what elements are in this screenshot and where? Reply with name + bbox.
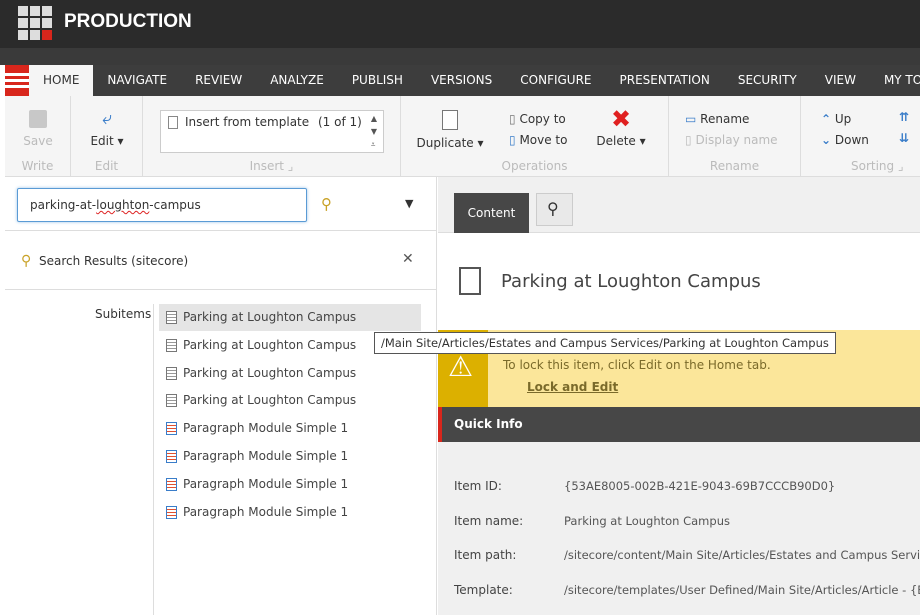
copy-to-button[interactable]: ▯ Copy to (509, 112, 566, 126)
quick-info-header[interactable]: Quick Info (438, 407, 920, 442)
tab-security[interactable]: SECURITY (724, 65, 811, 96)
sort-down-button[interactable]: ⌄ Down (821, 133, 869, 147)
delete-icon: ✖ (610, 105, 632, 133)
search-icon: ⚲ (547, 199, 559, 218)
document-icon (166, 338, 177, 352)
result-item[interactable]: Parking at Loughton Campus (159, 387, 421, 414)
edit-button[interactable]: ⤶ Edit ▾ (71, 108, 143, 149)
subitems-label: Subitems (95, 307, 152, 321)
module-icon (166, 422, 177, 436)
search-tab-button[interactable]: ⚲ (536, 193, 573, 226)
group-insert: Insert from template (1 of 1) ▲ ▼ ⩡ Insert… (143, 96, 401, 177)
tab-presentation[interactable]: PRESENTATION (606, 65, 724, 96)
quick-info-fields: Item ID: {53AE8005-002B-421E-9043-69B7CC… (438, 442, 920, 615)
result-item[interactable]: Paragraph Module Simple 1 (159, 443, 421, 470)
path-tooltip: /Main Site/Articles/Estates and Campus S… (374, 332, 836, 354)
rename-icon: ▭ (685, 112, 697, 126)
module-icon (166, 477, 177, 491)
header-strip (0, 48, 920, 65)
ribbon: Save Write ⤶ Edit ▾ Edit Insert from tem… (5, 96, 920, 177)
content-tree-panel: parking-at-loughton-campus ⚲ ▼ ⚲ Search … (5, 177, 437, 615)
search-results-icon: ⚲ (21, 253, 32, 269)
search-results-header: ⚲ Search Results (sitecore) ✕ (5, 230, 437, 290)
result-item[interactable]: Paragraph Module Simple 1 (159, 415, 421, 442)
duplicate-icon (442, 110, 458, 130)
move-to-button[interactable]: ▯ Move to (509, 133, 567, 147)
duplicate-button[interactable]: Duplicate ▾ (413, 110, 487, 150)
item-title: Parking at Loughton Campus (501, 271, 761, 292)
tab-review[interactable]: REVIEW (181, 65, 256, 96)
group-edit: ⤶ Edit ▾ Edit (71, 96, 143, 177)
app-title: PRODUCTION (64, 11, 192, 32)
group-rename: ▭ Rename ▯ Display name Rename (669, 96, 801, 177)
result-item[interactable]: Parking at Loughton Campus (159, 304, 421, 331)
hamburger-menu-icon[interactable] (5, 65, 29, 96)
save-icon (29, 110, 47, 128)
content-editor: Content ⚲ Parking at Loughton Campus ⚠ T… (438, 177, 920, 615)
result-item[interactable]: Parking at Loughton Campus (159, 360, 421, 387)
document-icon (166, 394, 177, 408)
tab-content[interactable]: Content (454, 193, 529, 233)
gallery-scroll-icon[interactable]: ▲ ▼ ⩡ (371, 112, 377, 151)
save-button[interactable]: Save (5, 110, 71, 148)
result-item[interactable]: Paragraph Module Simple 1 (159, 471, 421, 498)
tab-my-toolbar[interactable]: MY TO (870, 65, 920, 96)
tab-view[interactable]: VIEW (811, 65, 870, 96)
delete-button[interactable]: ✖ Delete ▾ (593, 106, 649, 148)
copy-icon: ▯ (509, 112, 516, 126)
tab-configure[interactable]: CONFIGURE (506, 65, 605, 96)
group-sorting: ⌃ Up ⌄ Down ⇈ ⇊ Sorting ⌟ (821, 110, 910, 173)
tab-versions[interactable]: VERSIONS (417, 65, 506, 96)
lock-and-edit-link[interactable]: Lock and Edit (527, 380, 618, 394)
top-bar: PRODUCTION (0, 0, 920, 48)
search-input[interactable]: parking-at-loughton-campus (17, 188, 307, 222)
template-icon (168, 116, 178, 129)
search-icon[interactable]: ⚲ (321, 195, 332, 213)
insert-gallery[interactable]: Insert from template (1 of 1) ▲ ▼ ⩡ (160, 110, 384, 153)
sort-up-button[interactable]: ⌃ Up (821, 112, 851, 126)
group-operations: Duplicate ▾ ▯ Copy to ▯ Move to ✖ Delete… (401, 96, 669, 177)
move-icon: ▯ (509, 133, 516, 147)
chevron-up-icon: ⌃ (821, 112, 832, 126)
tab-home[interactable]: HOME (29, 65, 94, 96)
group-write: Save Write (5, 96, 71, 177)
result-item[interactable]: Paragraph Module Simple 1 (159, 499, 421, 526)
display-name-button[interactable]: ▯ Display name (685, 133, 778, 147)
document-icon (166, 311, 177, 324)
close-icon[interactable]: ✕ (402, 251, 414, 267)
divider (153, 304, 154, 615)
document-icon (166, 366, 177, 380)
sort-first-icon[interactable]: ⇈ (899, 110, 909, 124)
module-icon (166, 450, 177, 463)
edit-icon: ⤶ (101, 108, 113, 129)
sitecore-logo-icon[interactable] (18, 6, 52, 40)
tab-navigate[interactable]: NAVIGATE (93, 65, 181, 96)
dropdown-caret-icon[interactable]: ▼ (405, 197, 413, 210)
chevron-down-icon: ⌄ (821, 133, 832, 147)
display-name-icon: ▯ (685, 133, 692, 147)
sort-last-icon[interactable]: ⇊ (899, 131, 909, 145)
ribbon-tabs: HOME NAVIGATE REVIEW ANALYZE PUBLISH VER… (5, 65, 920, 96)
editor-tabs: Content ⚲ (438, 177, 920, 233)
tab-analyze[interactable]: ANALYZE (256, 65, 338, 96)
tab-publish[interactable]: PUBLISH (338, 65, 417, 96)
document-icon (459, 267, 481, 295)
module-icon (166, 505, 177, 519)
rename-button[interactable]: ▭ Rename (685, 112, 749, 126)
